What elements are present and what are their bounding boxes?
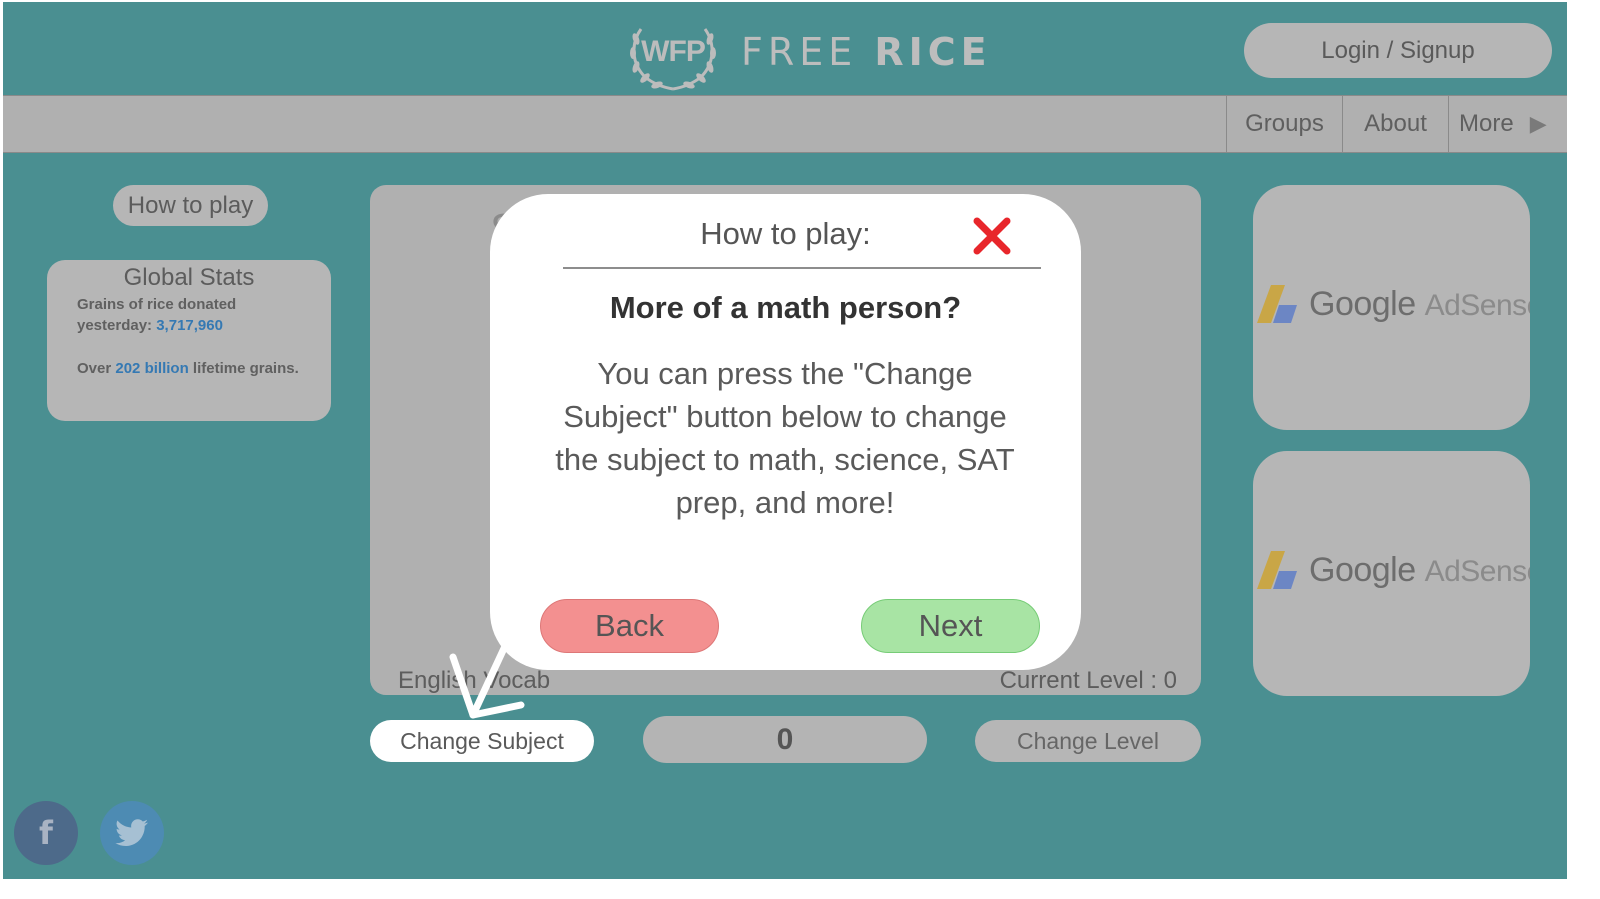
- login-signup-button[interactable]: Login / Signup: [1244, 23, 1552, 78]
- nav-bar: Groups About More ▶: [3, 95, 1567, 153]
- brand-free: FREE: [741, 30, 858, 74]
- brand-wordmark: FREE RICE: [741, 30, 992, 74]
- back-button[interactable]: Back: [540, 599, 719, 653]
- global-stats-panel: Global Stats Grains of rice donated yest…: [47, 260, 331, 421]
- play-arrow-icon: ▶: [1529, 111, 1547, 136]
- nav-item-groups[interactable]: Groups: [1226, 96, 1342, 152]
- header: WFP FREE RICE Login / Signup: [3, 2, 1567, 95]
- dialog-divider: [563, 267, 1041, 269]
- change-level-button[interactable]: Change Level: [975, 720, 1201, 762]
- global-stats-title: Global Stats: [123, 264, 255, 291]
- adsense-logo-icon: [1257, 551, 1297, 589]
- adsense-logo-icon: [1257, 285, 1297, 323]
- dialog-heading: More of a math person?: [609, 290, 962, 325]
- stats-yesterday-value: 3,717,960: [156, 317, 223, 334]
- twitter-button[interactable]: [100, 801, 164, 865]
- stats-lifetime-prefix: Over: [77, 360, 112, 377]
- current-level-label: Current Level : 0: [999, 667, 1177, 694]
- how-to-play-dialog: How to play: More of a math person? You …: [490, 194, 1081, 670]
- pointer-arrow-icon: [449, 627, 525, 719]
- adsense-text: Google AdSense: [1309, 550, 1530, 589]
- stats-lifetime-value: 202 billion: [115, 360, 189, 377]
- score-display: 0: [643, 716, 927, 763]
- stats-lifetime-suffix: lifetime grains.: [192, 360, 299, 377]
- adsense-placeholder: Google AdSense: [1257, 549, 1530, 591]
- wfp-emblem-text: WFP: [641, 35, 706, 68]
- freerice-logo[interactable]: WFP FREE RICE: [627, 12, 992, 92]
- brand-rice: RICE: [874, 30, 992, 74]
- adsense-placeholder: Google AdSense: [1257, 283, 1530, 325]
- next-button[interactable]: Next: [861, 599, 1040, 653]
- wfp-emblem: WFP: [627, 13, 719, 91]
- facebook-icon: f: [39, 814, 53, 852]
- nav-more-label: More: [1459, 110, 1514, 137]
- nav-item-more[interactable]: More ▶: [1448, 96, 1567, 152]
- how-to-play-button[interactable]: How to play: [113, 185, 268, 226]
- close-icon[interactable]: [972, 216, 1012, 256]
- nav-item-about[interactable]: About: [1342, 96, 1448, 152]
- adsense-text: Google AdSense: [1309, 284, 1530, 323]
- stats-yesterday: Grains of rice donated yesterday: 3,717,…: [77, 294, 301, 336]
- twitter-bird-icon: [115, 819, 148, 846]
- app-window: WFP FREE RICE Login / Signup Groups Abou…: [3, 2, 1567, 879]
- dialog-body-text: You can press the "Change Subject" butto…: [555, 356, 1015, 520]
- stats-lifetime: Over 202 billion lifetime grains.: [77, 358, 301, 379]
- ad-slot-2[interactable]: Google AdSense: [1253, 451, 1530, 696]
- facebook-button[interactable]: f: [14, 801, 78, 865]
- ad-slot-1[interactable]: Google AdSense: [1253, 185, 1530, 430]
